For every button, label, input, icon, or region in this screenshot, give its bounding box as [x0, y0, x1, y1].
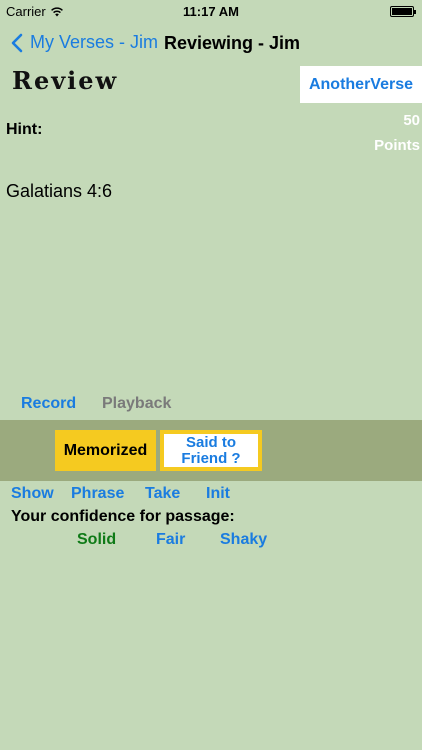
memorized-button[interactable]: Memorized: [55, 430, 156, 471]
review-heading: Review: [12, 66, 119, 95]
hint-label: Hint:: [6, 121, 43, 138]
take-button[interactable]: Take: [145, 485, 180, 503]
confidence-shaky-button[interactable]: Shaky: [220, 531, 267, 549]
battery-tip: [414, 10, 416, 14]
said-to-friend-button[interactable]: Said to Friend ?: [160, 430, 262, 471]
another-verse-button[interactable]: AnotherVerse: [300, 66, 422, 103]
confidence-fair-button[interactable]: Fair: [156, 531, 185, 549]
show-button[interactable]: Show: [11, 485, 54, 503]
nav-title: Reviewing - Jim: [164, 33, 301, 53]
record-button[interactable]: Record: [21, 395, 76, 413]
verse-reference: Galatians 4:6: [6, 181, 113, 201]
points-label: Points: [374, 137, 420, 154]
playback-button[interactable]: Playback: [102, 395, 171, 413]
chevron-back-icon: [11, 33, 23, 52]
battery-icon: [390, 6, 416, 17]
navigation-bar: My Verses - Jim Reviewing - Jim: [0, 22, 422, 66]
phrase-button[interactable]: Phrase: [71, 485, 124, 503]
confidence-label: Your confidence for passage:: [11, 508, 235, 525]
battery-fill: [392, 8, 412, 15]
confidence-solid-button[interactable]: Solid: [77, 531, 116, 549]
status-bar: Carrier 11:17 AM: [0, 0, 422, 22]
said-to-friend-label: Said to Friend ?: [164, 434, 258, 467]
status-time: 11:17 AM: [183, 4, 239, 19]
init-button[interactable]: Init: [206, 485, 230, 503]
points-value: 50: [403, 112, 420, 129]
back-button[interactable]: My Verses - Jim: [10, 32, 158, 53]
back-button-label: My Verses - Jim: [30, 32, 159, 52]
review-screen: Carrier 11:17 AM My Verses - Jim Reviewi…: [0, 0, 422, 750]
